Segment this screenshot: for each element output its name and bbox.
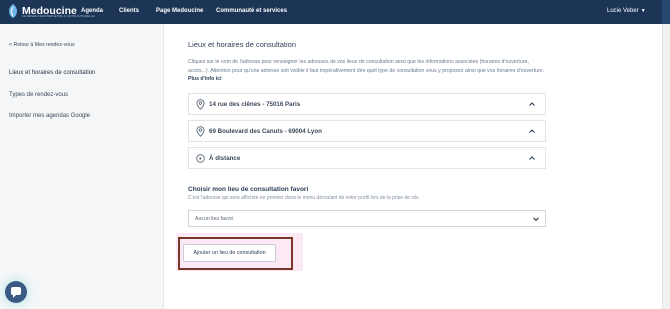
caret-down-icon: ▼ — [640, 8, 646, 14]
chevron-up-icon[interactable] — [528, 127, 536, 135]
address-row-lyon[interactable]: 69 Boulevard des Canuts - 69004 Lyon — [188, 120, 546, 142]
chat-widget[interactable] — [5, 281, 27, 303]
chat-bubble-icon — [11, 287, 21, 298]
address-label: 14 rue des clênes - 75016 Paris — [209, 101, 301, 108]
favorite-title: Choisir mon lieu de consultation favori — [188, 186, 309, 193]
brand-tagline: LE RESEAU DES BIEN-ÊTRE & SANTÉ NATURELL… — [22, 14, 95, 18]
intro-body: Cliquez sur le nom de l'adresse pour ren… — [188, 59, 545, 74]
top-navbar: Medoucine LE RESEAU DES BIEN-ÊTRE & SANT… — [0, 0, 670, 24]
map-pin-icon — [196, 126, 205, 137]
sidebar-item-import-google[interactable]: Importer mes agendas Google — [9, 113, 90, 119]
address-label: À distance — [209, 155, 241, 162]
back-to-appointments-link[interactable]: < Retour à Mes rendez-vous — [9, 42, 75, 48]
logo-icon — [9, 4, 17, 18]
address-row-distance[interactable]: À distance — [188, 147, 546, 169]
address-row-paris[interactable]: 14 rue des clênes - 75016 Paris — [188, 93, 546, 115]
more-info-link[interactable]: Plus d'info ici — [188, 76, 222, 82]
intro-text: Cliquez sur le nom de l'adresse pour ren… — [188, 58, 548, 84]
favorite-select-value: Aucun lieu favori — [195, 216, 234, 222]
topbar-scroll-track — [662, 0, 670, 24]
nav-clients[interactable]: Clients — [119, 8, 139, 14]
video-play-icon — [196, 154, 205, 163]
page-title: Lieux et horaires de consultation — [188, 40, 296, 49]
nav-page-medoucine[interactable]: Page Medoucine — [156, 8, 203, 14]
sidebar-item-lieux[interactable]: Lieux et horaires de consultation — [9, 70, 95, 76]
chevron-up-icon[interactable] — [528, 154, 536, 162]
page-scrollbar[interactable] — [662, 24, 670, 309]
favorite-location-select[interactable]: Aucun lieu favori — [188, 210, 546, 227]
chevron-up-icon[interactable] — [528, 100, 536, 108]
add-location-button[interactable]: Ajouter un lieu de consultation — [183, 244, 276, 262]
user-name: Lucie Veber — [607, 8, 639, 14]
chevron-down-icon — [533, 217, 539, 222]
sidebar-item-types[interactable]: Types de rendez-vous — [9, 92, 68, 98]
nav-agenda[interactable]: Agenda — [81, 8, 103, 14]
main-content: Lieux et horaires de consultation Clique… — [165, 24, 662, 309]
sidebar: < Retour à Mes rendez-vous Lieux et hora… — [0, 24, 164, 309]
user-menu[interactable]: Lucie Veber ▼ — [607, 8, 646, 14]
address-label: 69 Boulevard des Canuts - 69004 Lyon — [209, 128, 322, 135]
map-pin-icon — [196, 99, 205, 110]
favorite-help: C'est l'adresse qui sera affichée en pre… — [188, 195, 420, 201]
nav-communaute[interactable]: Communauté et services — [216, 8, 287, 14]
